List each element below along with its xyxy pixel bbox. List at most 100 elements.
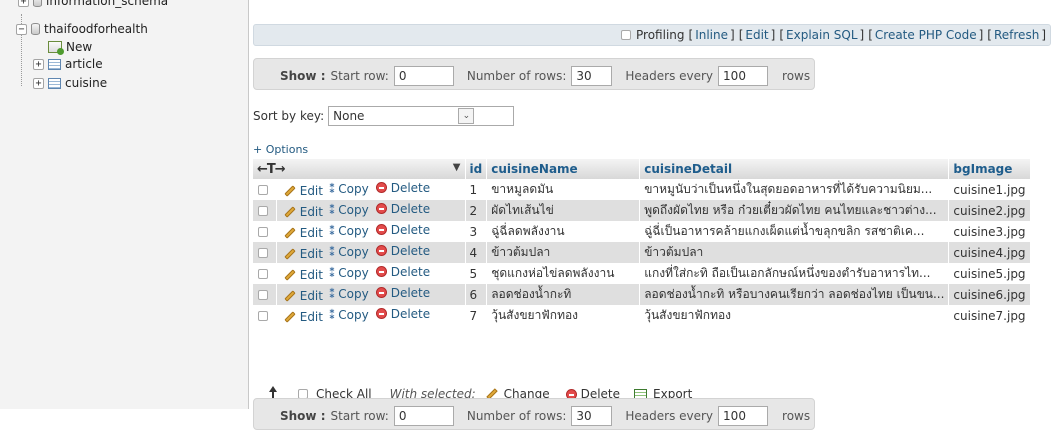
edit-button[interactable]: Edit [281,310,323,324]
row-checkbox[interactable] [258,269,268,279]
copy-icon: ⁑ [328,182,336,197]
tree-item-label[interactable]: New [66,40,92,54]
cell-cuisinename[interactable]: วุ้นสังขยาฟักทอง [486,305,641,326]
chevron-down-icon[interactable]: ⌄ [458,108,475,124]
row-checkbox[interactable] [258,290,268,300]
edit-button[interactable]: Edit [281,247,323,261]
headers-input[interactable]: 100 [718,406,769,426]
explain-sql-link[interactable]: Explain SQL [786,28,858,42]
copy-button[interactable]: ⁑ Copy [323,182,369,196]
cell-id[interactable]: 7 [465,305,488,326]
tree-item-article[interactable]: + article [33,56,103,72]
create-php-code-link[interactable]: Create PHP Code [875,28,977,42]
sort-triangle-icon[interactable]: ▼ [453,162,461,173]
delete-button[interactable]: Delete [369,202,430,216]
row-checkbox-cell [253,305,277,326]
cell-id[interactable]: 5 [465,263,488,284]
cell-cuisinename[interactable]: ผัดไทเส้นไข่ [486,200,641,221]
cell-cuisinedetail[interactable]: ขาหมูนับว่าเป็นหนึ่งในสุดยอดอาหารที่ได้ร… [639,179,950,200]
cell-cuisinedetail[interactable]: แกงที่ใส่กะทิ ถือเป็นเอกลักษณ์หนึ่งของตำ… [639,263,950,284]
edit-button[interactable]: Edit [281,205,323,219]
copy-button[interactable]: ⁑ Copy [323,266,369,280]
delete-button[interactable]: Delete [369,286,430,300]
start-row-input[interactable]: 0 [393,66,454,86]
rows-input[interactable]: 30 [571,66,613,86]
profiling-label[interactable]: Profiling [636,28,685,42]
edit-query-link[interactable]: Edit [745,28,768,42]
copy-button[interactable]: ⁑ Copy [323,245,369,259]
cell-cuisinename[interactable]: ข้าวต้มปลา [486,242,641,263]
delete-button[interactable]: Delete [369,181,430,195]
collapse-icon[interactable]: − [16,23,27,35]
row-checkbox[interactable] [258,311,268,321]
profiling-checkbox[interactable] [621,30,632,40]
cell-bgimage[interactable]: cuisine6.jpg [948,284,1031,305]
cell-bgimage[interactable]: cuisine3.jpg [948,221,1031,242]
col-header-bgimage[interactable]: bgImage [948,159,1031,179]
tree-item-new[interactable]: New [44,39,92,55]
copy-button[interactable]: ⁑ Copy [323,224,369,238]
cell-id[interactable]: 2 [465,200,488,221]
col-header-cuisinename[interactable]: cuisineName [486,159,641,179]
row-checkbox[interactable] [258,206,268,216]
tree-item-label[interactable]: information_schema [46,0,168,8]
cell-id[interactable]: 1 [465,179,488,200]
refresh-link[interactable]: Refresh [994,28,1039,42]
expand-icon[interactable]: + [18,0,29,7]
cell-cuisinedetail[interactable]: พูดถึงผัดไทย หรือ ก๋วยเตี๋ยวผัดไทย คนไทย… [639,200,950,221]
tree-item-cuisine[interactable]: + cuisine [33,75,107,91]
row-checkbox[interactable] [258,185,268,195]
delete-button[interactable]: Delete [369,244,430,258]
inline-link[interactable]: Inline [695,28,728,42]
cell-bgimage[interactable]: cuisine7.jpg [948,305,1031,326]
tree-item-label[interactable]: cuisine [65,76,107,90]
edit-button[interactable]: Edit [281,289,323,303]
copy-button[interactable]: ⁑ Copy [323,287,369,301]
edit-button[interactable]: Edit [281,226,323,240]
headers-input[interactable]: 100 [718,66,769,86]
cell-cuisinedetail[interactable]: ฉู่ฉี่เป็นอาหารคล้ายแกงเผ็ดแต่น้ำขลุกขลิ… [639,221,950,242]
rows-suffix: rows [782,69,811,83]
row-checkbox[interactable] [258,248,268,258]
delete-icon [375,203,387,215]
table-row: Edit ⁑ Copy Delete 7 วุ้นสังขยาฟักทอง วุ้นสังข… [253,305,1031,326]
start-row-input[interactable]: 0 [393,406,454,426]
edit-button[interactable]: Edit [281,268,323,282]
cell-cuisinename[interactable]: ฉู่ฉี่ลดพลังงาน [486,221,641,242]
cell-bgimage[interactable]: cuisine2.jpg [948,200,1031,221]
cell-id[interactable]: 4 [465,242,488,263]
cell-id[interactable]: 3 [465,221,488,242]
cell-id[interactable]: 6 [465,284,488,305]
rows-input[interactable]: 30 [571,406,613,426]
navigation-panel: + information_schema − thaifoodforhealth… [0,0,249,409]
cell-cuisinedetail[interactable]: ลอดช่องน้ำกะทิ หรือบางคนเรียกว่า ลอดช่อง… [639,284,950,305]
cell-cuisinedetail[interactable]: ข้าวต้มปลา [639,242,950,263]
col-header-cuisinedetail[interactable]: cuisineDetail [639,159,950,179]
show-label[interactable]: Show : [280,69,326,83]
expand-icon[interactable]: + [33,58,44,70]
cell-cuisinename[interactable]: ขาหมูลดมัน [486,179,641,200]
edit-button[interactable]: Edit [281,184,323,198]
col-header-id[interactable]: id [465,159,488,179]
copy-button[interactable]: ⁑ Copy [323,203,369,217]
delete-button[interactable]: Delete [369,307,430,321]
cell-bgimage[interactable]: cuisine5.jpg [948,263,1031,284]
delete-button[interactable]: Delete [369,223,430,237]
row-checkbox[interactable] [258,227,268,237]
sort-select[interactable]: None ⌄ [328,106,515,126]
cell-cuisinename[interactable]: ชุดแกงห่อไข่ลดพลังงาน [486,263,641,284]
copy-button[interactable]: ⁑ Copy [323,308,369,322]
delete-button[interactable]: Delete [369,265,430,279]
tree-item-label[interactable]: thaifoodforhealth [44,22,148,36]
cell-bgimage[interactable]: cuisine1.jpg [948,179,1031,200]
tree-item-label[interactable]: article [65,57,103,71]
cell-cuisinedetail[interactable]: วุ้นสังขยาฟักทอง [639,305,950,326]
column-arrows[interactable]: ←T→ [257,162,286,177]
options-link[interactable]: + Options [253,143,308,156]
cell-cuisinename[interactable]: ลอดช่องน้ำกะทิ [486,284,641,305]
tree-item-thaifoodforhealth[interactable]: − thaifoodforhealth [16,21,148,37]
expand-icon[interactable]: + [33,77,44,89]
tree-item-information-schema[interactable]: + information_schema [18,0,168,9]
show-label[interactable]: Show : [280,409,326,423]
cell-bgimage[interactable]: cuisine4.jpg [948,242,1031,263]
